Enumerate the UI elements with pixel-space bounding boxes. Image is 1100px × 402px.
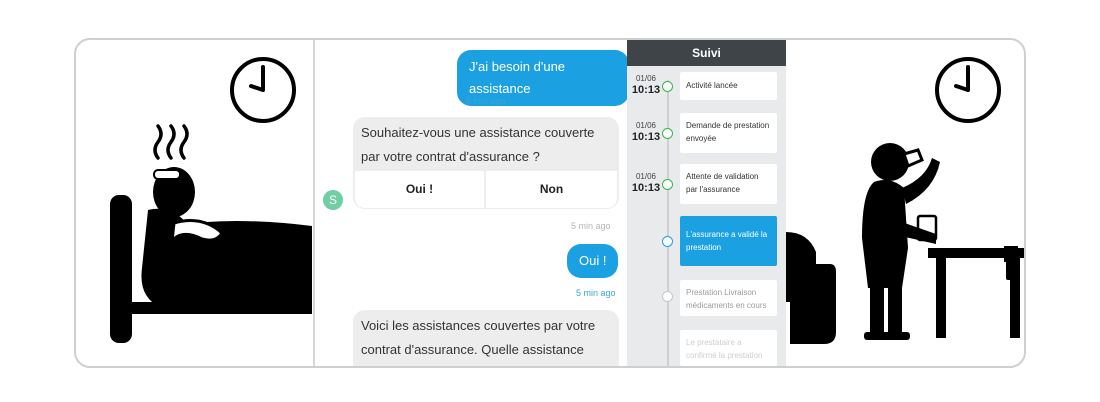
tracker-step[interactable]: Attente de validation par l'assurance — [680, 164, 777, 204]
tracker-step[interactable]: Demande de prestation envoyée — [680, 113, 777, 153]
step-status-dot — [662, 128, 673, 139]
tracker-step[interactable]: Le prestataire a confirmé la prestation — [680, 330, 777, 366]
bed-corner-illustration — [786, 232, 836, 344]
step-date: 01/06 10:13 — [631, 172, 661, 194]
tracker-step[interactable]: Prestation Livraison médicaments en cour… — [680, 280, 777, 316]
illustration-frame: J'ai besoin d'une assistance 5 min ago S… — [74, 38, 1026, 368]
step-status-dot — [662, 236, 673, 247]
step-status-dot — [662, 291, 673, 302]
message-text: Souhaitez-vous une assistance couverte p… — [361, 125, 595, 164]
chat-message-incoming: Voici les assistances couvertes par votr… — [353, 310, 619, 366]
timeline-line — [667, 80, 669, 366]
quick-reply-non-button[interactable]: Non — [486, 171, 617, 208]
clock-icon — [230, 57, 296, 123]
tracker-step[interactable]: Activité lancée — [680, 72, 777, 100]
step-status-dot — [662, 81, 673, 92]
sick-person-scene — [76, 40, 312, 366]
step-date: 01/06 10:13 — [631, 121, 661, 143]
person-taking-medicine-illustration — [862, 143, 940, 340]
recovery-scene — [786, 40, 1024, 366]
avatar: S — [323, 190, 343, 210]
tracker-title: Suivi — [627, 40, 786, 66]
message-timestamp: 5 min ago — [466, 96, 506, 106]
tracker-step-current[interactable]: L'assurance a validé la prestation — [680, 216, 777, 266]
chat-message-incoming: Souhaitez-vous une assistance couverte p… — [353, 117, 619, 209]
clock-icon — [935, 57, 1001, 123]
sick-person-in-bed-illustration — [110, 167, 312, 343]
step-status-dot — [662, 179, 673, 190]
side-table-illustration — [928, 246, 1024, 338]
chat-message-outgoing: Oui ! — [567, 244, 619, 278]
tracking-panel: Suivi 01/06 10:13 Activité lancée 01/06 10… — [627, 40, 786, 366]
message-timestamp: 5 min ago — [576, 288, 616, 298]
quick-reply-oui-button[interactable]: Oui ! — [355, 171, 484, 208]
step-date: 01/06 10:13 — [631, 74, 661, 96]
steam-lines-icon — [153, 124, 189, 160]
chat-conversation[interactable]: J'ai besoin d'une assistance 5 min ago S… — [313, 40, 629, 366]
message-timestamp: 5 min ago — [571, 221, 611, 231]
